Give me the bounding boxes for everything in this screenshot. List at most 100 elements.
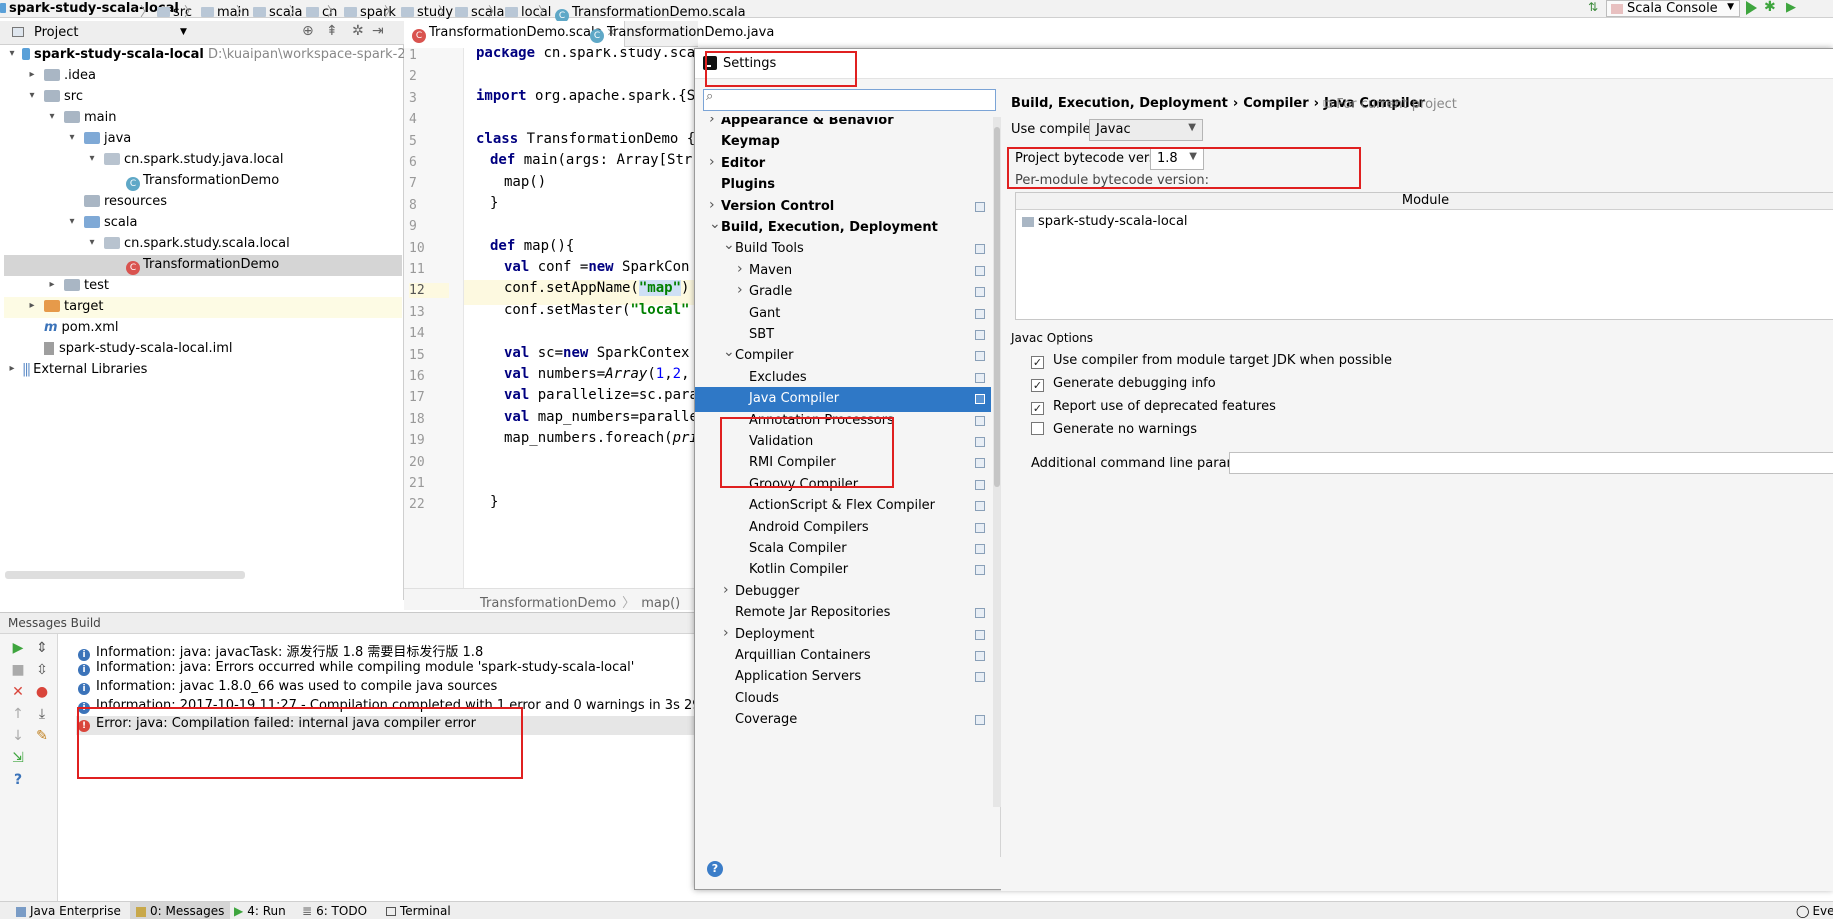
checkbox[interactable]: ✓ bbox=[1031, 402, 1044, 415]
tree-item-java[interactable]: ▾ java bbox=[4, 129, 402, 150]
crumb-file[interactable]: 〉 C TransformationDemo.scala bbox=[534, 1, 746, 23]
collapse-all-icon[interactable]: ⇳ bbox=[34, 662, 50, 678]
crumb-class[interactable]: TransformationDemo bbox=[480, 596, 616, 611]
tool-java-enterprise[interactable]: Java Enterprise bbox=[16, 904, 121, 918]
nav-label: Compiler bbox=[735, 348, 794, 364]
export-to-text-icon[interactable]: ⇲ bbox=[10, 750, 26, 766]
tree-item-project[interactable]: ▾ spark-study-scala-local D:\kuaipan\work… bbox=[4, 45, 438, 66]
use-compiler-select[interactable]: Javac ▼ bbox=[1089, 119, 1203, 141]
nav-label: Deployment bbox=[735, 626, 815, 642]
line-number: 2 bbox=[409, 69, 417, 85]
tool-messages[interactable]: 0: Messages bbox=[130, 902, 231, 919]
tree-item-src[interactable]: ▾ src bbox=[4, 87, 402, 108]
filter-errors-icon[interactable]: ● bbox=[34, 684, 50, 700]
tree-item-main[interactable]: ▾ main bbox=[4, 108, 402, 129]
module-column-header[interactable]: Module bbox=[1016, 193, 1833, 210]
message-row[interactable]: i Information: 2017-10-19 11:27 - Compila… bbox=[78, 698, 728, 717]
expand-all-icon[interactable]: ⇕ bbox=[34, 640, 50, 656]
line-number: 9 bbox=[409, 219, 417, 235]
close-icon[interactable]: ✕ bbox=[10, 684, 26, 700]
option-deprecated[interactable]: ✓ Report use of deprecated features bbox=[1031, 399, 1276, 415]
export-icon[interactable]: ⤓ bbox=[34, 706, 50, 722]
tree-item-target[interactable]: ▸ target bbox=[4, 297, 402, 318]
nav-label: Annotation Processors bbox=[749, 412, 894, 428]
project-scope-icon bbox=[975, 287, 985, 298]
tree-item-idea[interactable]: ▸ .idea bbox=[4, 66, 402, 87]
info-icon: i bbox=[78, 664, 90, 676]
nav-scrollbar[interactable] bbox=[993, 117, 1001, 807]
help-icon[interactable]: ? bbox=[707, 861, 723, 877]
locate-icon[interactable]: ⊕ bbox=[302, 23, 314, 39]
line-number: 1 bbox=[409, 48, 417, 63]
message-row[interactable]: i Information: java: Errors occurred whil… bbox=[78, 660, 634, 679]
run-icon[interactable] bbox=[1746, 1, 1757, 15]
event-log[interactable]: ◯ Eve bbox=[1796, 904, 1833, 918]
help-icon[interactable]: ? bbox=[10, 772, 26, 788]
tool-terminal[interactable]: Terminal bbox=[386, 904, 451, 918]
crumb-method[interactable]: map() bbox=[641, 596, 680, 611]
folder-icon bbox=[64, 279, 80, 291]
chevron-right-icon: › bbox=[709, 153, 715, 170]
option-no-warnings[interactable]: Generate no warnings bbox=[1031, 422, 1197, 437]
settings-nav-coverage[interactable]: Coverage bbox=[695, 708, 991, 733]
message-row[interactable]: i Information: javac 1.8.0_66 was used to… bbox=[78, 679, 497, 698]
tree-item-java-package[interactable]: ▾ cn.spark.study.java.local bbox=[4, 150, 402, 171]
code-editor[interactable]: package cn.spark.study.sca import org.ap… bbox=[464, 48, 698, 588]
tree-item-java-class[interactable]: C TransformationDemo bbox=[4, 171, 402, 192]
vcs-update-icon[interactable]: ⇅ bbox=[1588, 0, 1598, 14]
tree-item-external-libraries[interactable]: ▸ ||| External Libraries bbox=[4, 360, 402, 381]
tree-item-scala-package[interactable]: ▾ cn.spark.study.scala.local bbox=[4, 234, 402, 255]
wrench-icon[interactable]: ✎ bbox=[34, 728, 50, 744]
project-scope-icon bbox=[975, 351, 985, 362]
option-debugging-info[interactable]: ✓ Generate debugging info bbox=[1031, 376, 1216, 392]
checkbox[interactable]: ✓ bbox=[1031, 356, 1044, 369]
arrow-up-icon[interactable]: ↑ bbox=[10, 706, 26, 722]
debug-icon[interactable]: ✱ bbox=[1764, 0, 1776, 15]
project-scope-icon bbox=[975, 244, 985, 255]
hide-icon[interactable]: ⇥ bbox=[372, 23, 384, 39]
additional-params-input[interactable] bbox=[1229, 452, 1833, 474]
rerun-icon[interactable]: ▶ bbox=[10, 640, 26, 656]
settings-search-input[interactable]: ⌕ bbox=[703, 89, 996, 111]
source-folder-icon bbox=[84, 216, 100, 228]
line-number: 22 bbox=[409, 497, 425, 513]
tree-item-test[interactable]: ▸ test bbox=[4, 276, 402, 297]
project-view-select[interactable]: Project bbox=[34, 25, 78, 40]
tree-item-iml[interactable]: spark-study-scala-local.iml bbox=[4, 339, 402, 360]
checkbox[interactable]: ✓ bbox=[1031, 379, 1044, 392]
line-number: 4 bbox=[409, 112, 417, 128]
line-number: 7 bbox=[409, 176, 417, 192]
project-scope-icon bbox=[975, 501, 985, 512]
tree-item-scala[interactable]: ▾ scala bbox=[4, 213, 402, 234]
nav-label: Groovy Compiler bbox=[749, 476, 859, 492]
tree-item-resources[interactable]: resources bbox=[4, 192, 402, 213]
folder-icon bbox=[201, 7, 215, 17]
code-line: map_numbers.foreach(pri bbox=[504, 430, 698, 446]
line-number: 16 bbox=[409, 369, 425, 384]
package-icon bbox=[104, 153, 120, 165]
chevron-down-icon[interactable]: ▼ bbox=[180, 27, 187, 37]
gear-icon[interactable]: ✲ bbox=[352, 23, 364, 39]
message-row[interactable]: i Information: java: javacTask: 源发行版 1.8 … bbox=[78, 641, 483, 661]
checkbox[interactable] bbox=[1031, 422, 1044, 435]
stop-icon[interactable]: ■ bbox=[10, 662, 26, 678]
tree-item-pom[interactable]: m pom.xml bbox=[4, 318, 402, 339]
message-row-error[interactable]: ! Error: java: Compilation failed: intern… bbox=[76, 716, 696, 735]
horizontal-scrollbar[interactable] bbox=[5, 571, 245, 579]
bytecode-version-select[interactable]: 1.8 ▼ bbox=[1150, 148, 1204, 170]
terminal-icon bbox=[386, 907, 396, 916]
line-number: 13 bbox=[409, 304, 425, 320]
collapse-all-icon[interactable]: ⇞ bbox=[326, 23, 338, 39]
arrow-down-icon[interactable]: ↓ bbox=[10, 728, 26, 744]
tool-todo[interactable]: ≣ 6: TODO bbox=[302, 904, 367, 918]
option-use-module-jdk[interactable]: ✓ Use compiler from module target JDK whe… bbox=[1031, 353, 1392, 369]
coverage-icon[interactable]: ▶ bbox=[1786, 0, 1796, 15]
tree-item-scala-class[interactable]: C TransformationDemo bbox=[4, 255, 402, 276]
scope-note: ⧉ For current project bbox=[1323, 97, 1457, 112]
tab-transformation-java[interactable]: C TransformationDemo.java bbox=[582, 21, 782, 47]
tool-run[interactable]: ▶ 4: Run bbox=[234, 904, 286, 918]
project-scope-icon bbox=[975, 265, 985, 276]
run-config-select[interactable]: Scala Console ▼ bbox=[1606, 0, 1740, 17]
line-number: 18 bbox=[409, 411, 425, 427]
module-row[interactable]: spark-study-scala-local bbox=[1022, 214, 1188, 229]
